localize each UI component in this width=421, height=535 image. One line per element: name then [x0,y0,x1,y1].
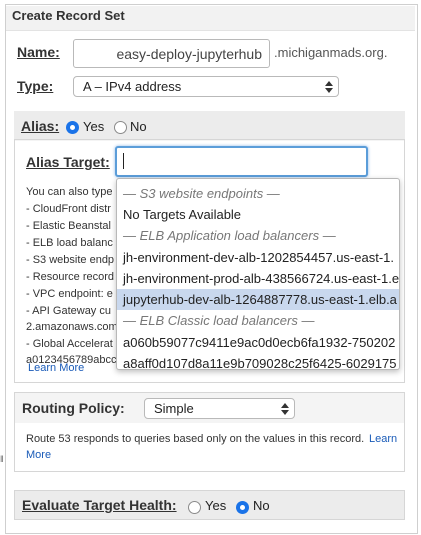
alias-target-input[interactable] [115,146,368,177]
evaluate-target-health-label-text: Evaluate Target Health: [22,497,177,513]
panel-title: Create Record Set [12,8,125,23]
routing-policy-label: Routing Policy: [22,400,125,416]
routing-policy-body [15,423,404,471]
eth-yes-radio[interactable] [188,501,201,514]
alias-help-line-0: You can also type [26,186,113,198]
routing-learn-link[interactable]: Learn [369,433,397,445]
alias-yes-label: Yes [83,119,105,134]
alias-label-text: Alias: [21,118,60,134]
name-label: Name: [17,44,60,60]
routing-policy-select[interactable]: Simple [144,398,295,419]
dropdown-item-jupyterhub-dev-alb[interactable]: jupyterhub-dev-alb-1264887778.us-east-1.… [117,289,399,310]
left-edge-marker: ‖ [0,454,4,464]
alias-target-label: Alias Target: [26,154,110,170]
eth-no-label: No [253,498,270,513]
routing-policy-value: Simple [154,401,194,416]
dropdown-item-classic-elb-a8af[interactable]: a8aff0d107d8a11e9b709028c25f6425-6029175 [117,353,399,369]
alias-help-line-5: - Resource record [26,271,115,283]
alias-help-line-9: - Global Accelerat [26,338,113,350]
name-input[interactable]: easy-deploy-jupyterhub [73,39,270,68]
dropdown-group-elb-application: — ELB Application load balancers — [123,228,336,243]
alias-target-label-text: Alias Target: [26,154,110,170]
eth-no-radio[interactable] [236,501,249,514]
alias-help-line-4: - S3 website endp [26,254,115,266]
evaluate-target-health-label: Evaluate Target Health: [22,497,177,513]
dropdown-item-classic-elb-a060[interactable]: a060b59077c9411e9ac0d0ecb6fa1932-750202 [117,332,399,353]
name-label-text: Name: [17,44,60,60]
routing-policy-description: Route 53 responds to queries based only … [26,433,365,445]
select-arrows-icon [325,80,333,94]
alias-no-label: No [130,119,147,134]
alias-help-line-3: - ELB load balanc [26,237,113,249]
alias-learn-more-link[interactable]: Learn More [28,362,84,374]
dropdown-group-elb-classic: — ELB Classic load balancers — [123,313,315,328]
alias-help-line-7: - API Gateway cu [26,305,111,317]
eth-yes-label: Yes [205,498,227,513]
text-cursor [123,153,124,169]
routing-more-link[interactable]: More [26,449,51,461]
alias-help-line-8: 2.amazonaws.com [26,321,118,333]
dropdown-item-jh-env-prod-alb[interactable]: jh-environment-prod-alb-438566724.us-eas… [117,268,399,289]
type-label-text: Type: [17,78,54,94]
type-select-value: A – IPv4 address [83,79,182,94]
type-label: Type: [17,78,53,94]
dropdown-item-no-targets: No Targets Available [123,207,242,222]
alias-target-dropdown[interactable]: — S3 website endpoints — No Targets Avai… [116,178,400,370]
domain-suffix: .michiganmads.org. [274,45,388,60]
name-input-value: easy-deploy-jupyterhub [116,46,262,62]
dropdown-group-s3: — S3 website endpoints — [123,186,280,201]
alias-help-line-2: - Elastic Beanstal [26,220,111,232]
alias-help-line-1: - CloudFront distr [26,203,111,215]
alias-no-radio[interactable] [114,121,127,134]
alias-label: Alias: [21,118,59,134]
alias-yes-radio[interactable] [66,121,79,134]
alias-help-line-6: - VPC endpoint: e [26,288,113,300]
type-select[interactable]: A – IPv4 address [73,76,339,97]
dropdown-item-jh-env-dev-alb[interactable]: jh-environment-dev-alb-1202854457.us-eas… [117,247,399,268]
select-arrows-icon [281,402,289,416]
